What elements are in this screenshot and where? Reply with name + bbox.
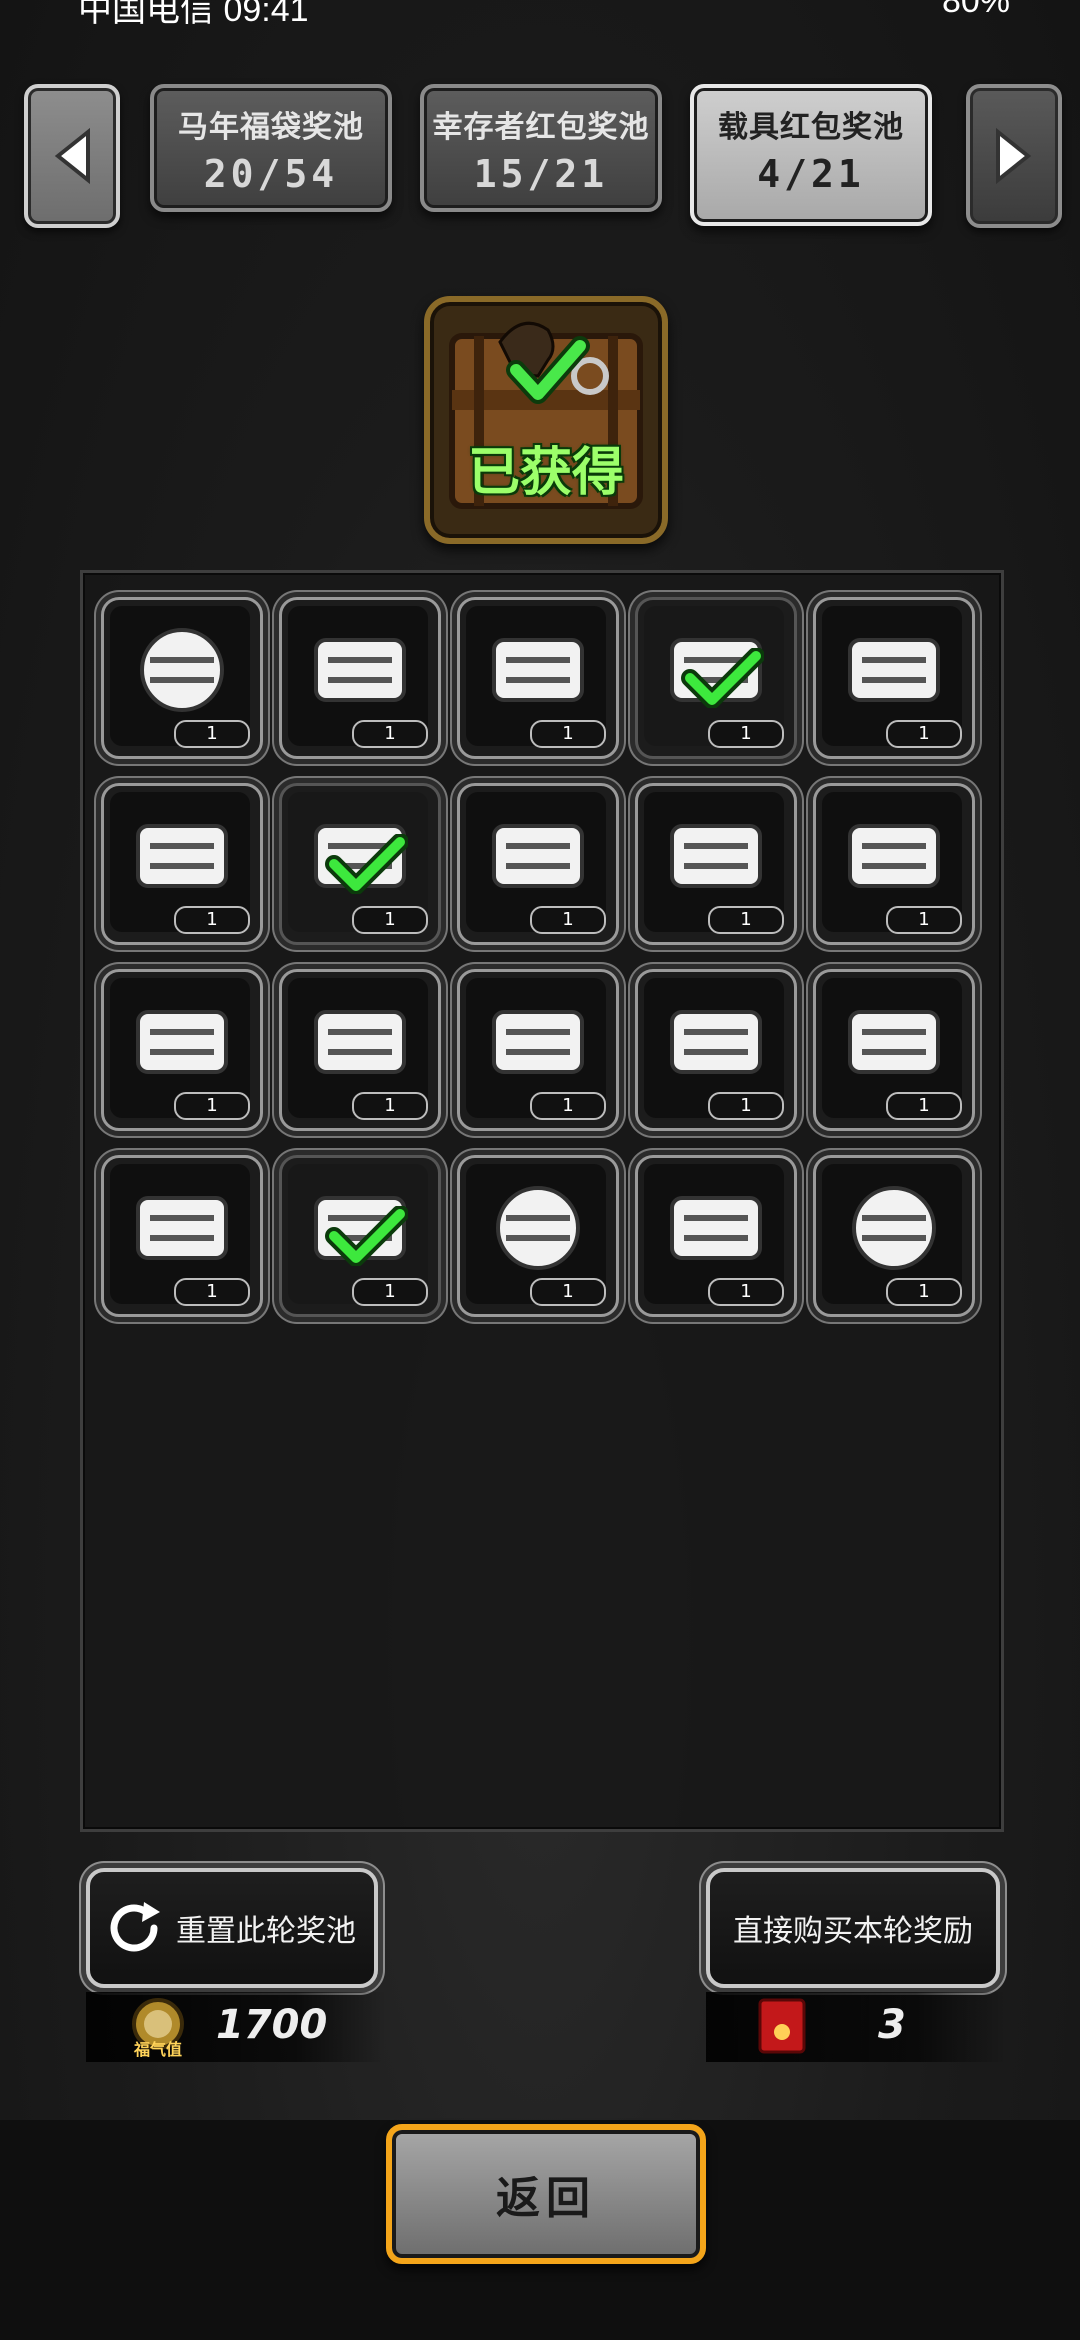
check-icon — [325, 1206, 408, 1266]
alternator-icon — [848, 1010, 940, 1074]
tab-survivor-pool[interactable]: 幸存者红包奖池 15/21 — [420, 84, 662, 212]
reward-qty-badge: 1 — [708, 720, 784, 748]
toolbox-icon — [314, 1010, 406, 1074]
reward-slot[interactable]: 1 — [279, 1155, 441, 1317]
buy-round-rewards-button[interactable]: 直接购买本轮奖励 — [706, 1868, 1000, 1988]
reward-qty-badge: 1 — [530, 1278, 606, 1306]
back-button[interactable]: 返回 — [386, 2124, 706, 2264]
reset-pool-button[interactable]: 重置此轮奖池 — [86, 1868, 378, 1988]
reward-qty-badge: 1 — [530, 720, 606, 748]
next-pool-button[interactable] — [966, 84, 1062, 228]
car-hood-icon — [848, 638, 940, 702]
tab-count: 15/21 — [473, 152, 609, 196]
reward-slot[interactable]: 1 — [101, 1155, 263, 1317]
spiked-bumper-icon — [670, 1196, 762, 1260]
luck-caption: 福气值 — [134, 2040, 183, 2059]
pool-tabs: 马年福袋奖池 20/54 幸存者红包奖池 15/21 载具红包奖池 4/21 — [0, 80, 1080, 230]
reset-pool-label: 重置此轮奖池 — [176, 1914, 356, 1949]
chest-label: 已获得 — [467, 443, 624, 503]
reward-qty-badge: 1 — [352, 720, 428, 748]
check-icon — [325, 834, 408, 894]
motor-icon — [136, 1010, 228, 1074]
tab-vehicle-pool[interactable]: 载具红包奖池 4/21 — [690, 84, 932, 226]
reward-qty-badge: 1 — [708, 1278, 784, 1306]
reward-slot[interactable]: 1 — [279, 783, 441, 945]
shock-absorber-icon — [670, 824, 762, 888]
reward-slot[interactable]: 1 — [813, 783, 975, 945]
reward-slot[interactable]: 1 — [457, 1155, 619, 1317]
red-packet-currency: 3 — [706, 1992, 1006, 2062]
arrow-right-icon — [996, 127, 1032, 185]
reward-qty-badge: 1 — [352, 1092, 428, 1120]
reward-qty-badge: 1 — [886, 720, 962, 748]
tab-title: 幸存者红包奖池 — [432, 110, 650, 145]
gearbox-icon — [670, 1010, 762, 1074]
reward-slot[interactable]: 1 — [101, 597, 263, 759]
red-packet-icon — [758, 1998, 806, 2054]
reward-slot[interactable]: 1 — [813, 597, 975, 759]
reward-qty-badge: 1 — [174, 1092, 250, 1120]
luck-currency: 福气值 1700 — [86, 1992, 386, 2062]
tab-title: 马年福袋奖池 — [178, 110, 364, 145]
arrow-left-icon — [54, 127, 90, 185]
tab-horse-year-pool[interactable]: 马年福袋奖池 20/54 — [150, 84, 392, 212]
reward-slot[interactable]: 1 — [101, 969, 263, 1131]
reward-qty-badge: 1 — [530, 1092, 606, 1120]
reward-qty-badge: 1 — [886, 906, 962, 934]
tab-title: 载具红包奖池 — [718, 110, 904, 145]
tab-count: 20/54 — [203, 152, 339, 196]
reward-slot[interactable]: 1 — [279, 597, 441, 759]
chest-reward[interactable]: 已获得 — [424, 296, 668, 544]
reward-slot[interactable]: 1 — [101, 783, 263, 945]
check-icon — [681, 648, 764, 708]
exhaust-pipe-icon — [136, 824, 228, 888]
reward-slot[interactable]: 1 — [635, 969, 797, 1131]
toolbox-icon — [492, 1010, 584, 1074]
reward-slot[interactable]: 1 — [457, 783, 619, 945]
refresh-icon — [110, 1902, 160, 1952]
reward-qty-badge: 1 — [886, 1092, 962, 1120]
engine-block-icon — [492, 824, 584, 888]
reward-qty-badge: 1 — [708, 1092, 784, 1120]
v8-engine-icon — [848, 824, 940, 888]
reward-qty-badge: 1 — [886, 1278, 962, 1306]
car-roof-frame-icon — [492, 638, 584, 702]
tab-count: 4/21 — [757, 152, 865, 196]
reward-qty-badge: 1 — [708, 906, 784, 934]
reward-slot[interactable]: 1 — [635, 1155, 797, 1317]
reward-slot[interactable]: 1 — [457, 597, 619, 759]
alloy-wheel-icon — [852, 1186, 936, 1270]
turbo-engine-icon — [136, 1196, 228, 1260]
status-carrier-time: 中国电信 09:41 — [78, 0, 309, 29]
reward-qty-badge: 1 — [530, 906, 606, 934]
reward-slot[interactable]: 1 — [813, 1155, 975, 1317]
tire-icon — [140, 628, 224, 712]
reward-qty-badge: 1 — [352, 906, 428, 934]
reward-slot[interactable]: 1 — [635, 783, 797, 945]
reward-slot[interactable]: 1 — [635, 597, 797, 759]
reward-qty-badge: 1 — [174, 720, 250, 748]
reward-slot[interactable]: 1 — [279, 969, 441, 1131]
red-packet-value: 3 — [878, 2002, 906, 2048]
roof-box-icon — [314, 638, 406, 702]
status-bar: 中国电信 09:41 80% — [0, 0, 1080, 30]
spiked-wheel-icon — [496, 1186, 580, 1270]
status-battery: 80% — [941, 0, 1010, 20]
reward-qty-badge: 1 — [174, 906, 250, 934]
prev-pool-button[interactable] — [24, 84, 120, 228]
luck-value: 1700 — [216, 2002, 328, 2048]
buy-round-rewards-label: 直接购买本轮奖励 — [733, 1914, 973, 1949]
back-label: 返回 — [496, 2173, 596, 2224]
reward-slot[interactable]: 1 — [457, 969, 619, 1131]
reward-grid-panel: 1 1 1 1 1 1 1 1 1 1 1 1 1 1 1 1 1 1 1 1 — [80, 570, 1004, 1832]
reward-slot[interactable]: 1 — [813, 969, 975, 1131]
reward-qty-badge: 1 — [352, 1278, 428, 1306]
reward-qty-badge: 1 — [174, 1278, 250, 1306]
